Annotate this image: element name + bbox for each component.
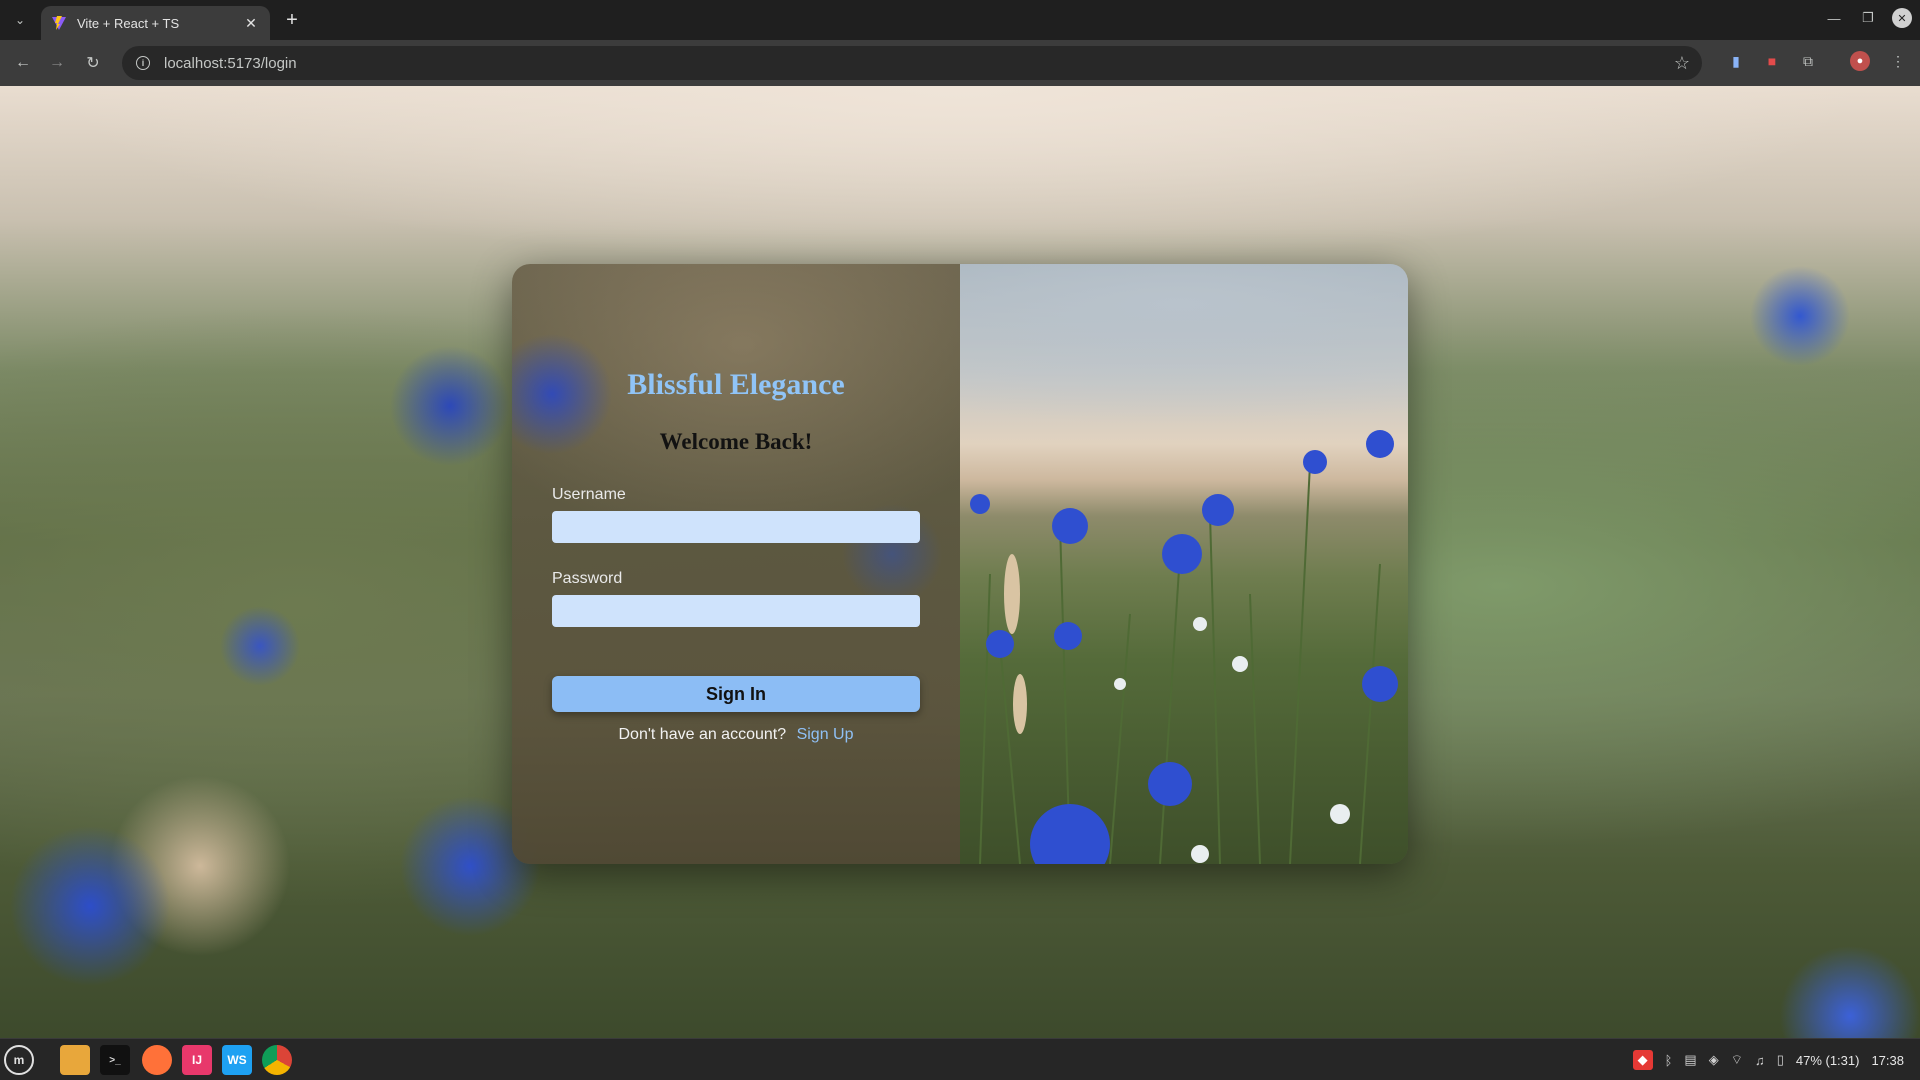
firefox-icon[interactable]	[142, 1045, 172, 1075]
sign-up-link[interactable]: Sign Up	[797, 726, 854, 743]
tab-title: Vite + React + TS	[77, 15, 180, 31]
minimize-icon[interactable]: —	[1824, 8, 1844, 28]
profile-avatar-icon[interactable]: ●	[1850, 51, 1870, 71]
clipboard-icon[interactable]: ▤	[1684, 1052, 1696, 1068]
star-icon[interactable]: ☆	[1674, 53, 1690, 74]
login-card: Blissful Elegance Welcome Back! Username…	[512, 264, 1408, 864]
new-tab-button[interactable]: +	[280, 8, 304, 32]
info-icon[interactable]: i	[136, 56, 150, 70]
shield-icon[interactable]: ◈	[1709, 1052, 1719, 1068]
intellij-icon[interactable]: IJ	[182, 1045, 212, 1075]
browser-tab[interactable]: Vite + React + TS ✕	[41, 6, 270, 40]
flower-field-image	[960, 264, 1408, 864]
forward-icon[interactable]: →	[46, 52, 68, 74]
address-bar[interactable]: i localhost:5173/login ☆	[122, 46, 1702, 80]
login-form-panel: Blissful Elegance Welcome Back! Username…	[512, 264, 960, 864]
username-input[interactable]	[552, 511, 920, 543]
webstorm-icon[interactable]: WS	[222, 1045, 252, 1075]
anydesk-icon[interactable]: ◆	[1632, 1050, 1653, 1070]
files-icon[interactable]	[60, 1045, 90, 1075]
terminal-icon[interactable]: >_	[100, 1045, 130, 1075]
extension-icon[interactable]: ⧉	[1798, 51, 1818, 71]
battery-status: 47% (1:31)	[1795, 1052, 1860, 1068]
password-label: Password	[552, 570, 623, 587]
tab-close-icon[interactable]: ✕	[242, 15, 260, 32]
chrome-icon[interactable]	[262, 1045, 292, 1075]
tab-list-icon[interactable]: ⌄	[8, 8, 32, 32]
extension-red-icon[interactable]: ■	[1762, 51, 1782, 71]
back-icon[interactable]: ←	[12, 52, 34, 74]
url-text: localhost:5173/login	[164, 54, 297, 72]
wifi-icon[interactable]: ⌔	[1731, 1052, 1743, 1068]
username-label: Username	[552, 486, 626, 503]
window-close-icon[interactable]: ✕	[1892, 8, 1912, 28]
clock[interactable]: 17:38	[1871, 1053, 1904, 1068]
vite-favicon-icon	[52, 16, 66, 30]
bluetooth-icon[interactable]: ᛒ	[1665, 1053, 1673, 1068]
window-controls: — ❐ ✕	[1824, 8, 1912, 28]
system-tray: ◆ ᛒ ▤ ◈ ⌔ ♫ ▯ 47% (1:31) 17:38	[1632, 1039, 1904, 1080]
password-input[interactable]	[552, 595, 920, 627]
menu-icon[interactable]: ⋮	[1888, 51, 1908, 71]
os-taskbar: m >_ IJ WS ◆ ᛒ ▤ ◈ ⌔ ♫ ▯ 47% (1:31) 17:3…	[0, 1038, 1920, 1080]
sign-in-button[interactable]: Sign In	[552, 676, 920, 712]
page-background: Blissful Elegance Welcome Back! Username…	[0, 86, 1920, 1038]
sound-icon[interactable]: ♫	[1755, 1053, 1765, 1068]
linux-mint-menu-icon[interactable]: m	[4, 1045, 34, 1075]
welcome-heading: Welcome Back!	[659, 429, 813, 454]
reload-icon[interactable]: ↻	[82, 52, 104, 74]
restore-icon[interactable]: ❐	[1858, 8, 1878, 28]
brand-title: Blissful Elegance	[627, 368, 845, 401]
battery-icon[interactable]: ▯	[1777, 1052, 1784, 1068]
browser-tabstrip: ⌄ Vite + React + TS ✕ + — ❐ ✕	[0, 0, 1920, 40]
browser-toolbar: ← → ↻ i localhost:5173/login ☆	[0, 40, 1920, 86]
extension-docs-icon[interactable]: ▮	[1726, 51, 1746, 71]
signup-row: Don't have an account? Sign Up	[512, 726, 960, 744]
flower-illustration	[970, 430, 1398, 864]
signup-prompt: Don't have an account?	[618, 726, 787, 743]
